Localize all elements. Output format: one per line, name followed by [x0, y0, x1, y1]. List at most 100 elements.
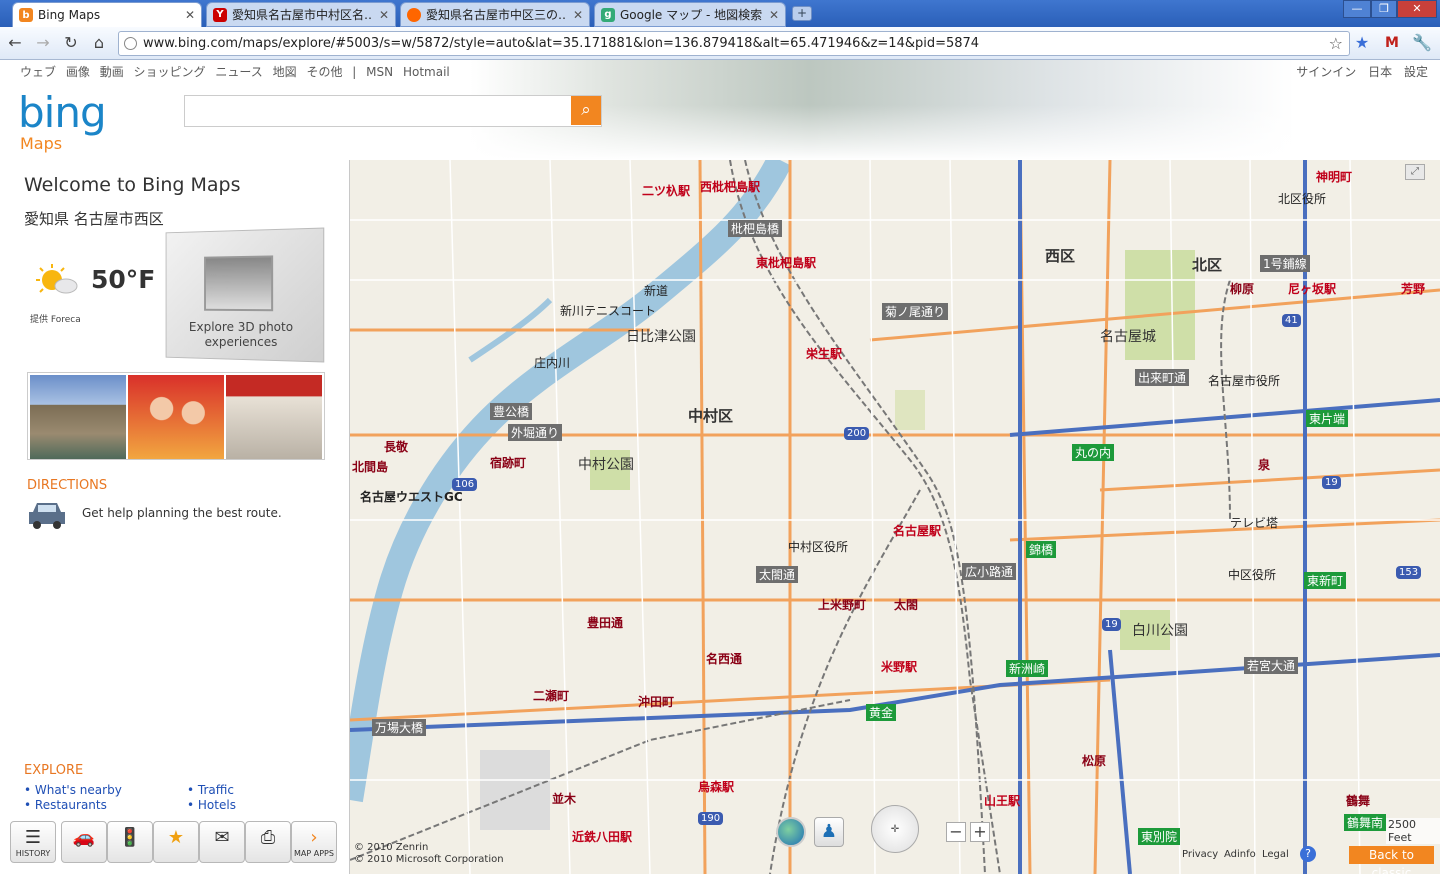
tab-firefox[interactable]: 愛知県名古屋市中区三の… ✕: [400, 2, 590, 27]
temperature: 50°F: [91, 265, 156, 294]
bing-icon: b: [19, 8, 33, 22]
map-label: 豊田通: [587, 616, 624, 630]
close-window-button[interactable]: ✕: [1397, 0, 1437, 18]
link-label[interactable]: Hotels: [198, 798, 236, 812]
photo-building[interactable]: [30, 375, 126, 459]
adinfo-link[interactable]: Adinfo: [1224, 849, 1256, 860]
print-button[interactable]: ⎙: [245, 821, 291, 863]
maps-label[interactable]: Maps: [20, 134, 62, 153]
tab-yahoo[interactable]: Y 愛知県名古屋市中村区名… ✕: [206, 2, 396, 27]
home-icon[interactable]: ⌂: [88, 33, 110, 53]
reload-icon[interactable]: ↻: [60, 33, 82, 53]
envelope-icon: ✉: [214, 827, 230, 848]
map-label: 西枇杷島駅: [700, 180, 761, 194]
directions-button[interactable]: 🚗: [61, 821, 107, 863]
route-shield: 200: [844, 427, 870, 440]
map-canvas[interactable]: 中村区 西区 北区 名古屋駅 栄生駅 東枇杷島駅 西枇杷島駅 二ツ杁駅 米野駅 …: [350, 160, 1440, 874]
back-icon[interactable]: ←: [4, 33, 26, 53]
map-label: 北間島: [352, 460, 389, 474]
link-traffic[interactable]: • Traffic: [187, 783, 234, 797]
map-label: 西区: [1045, 247, 1076, 265]
globe-view-button[interactable]: [776, 817, 806, 847]
tab-bing-maps[interactable]: b Bing Maps ✕: [12, 2, 202, 27]
map-label: 庄内川: [534, 356, 571, 370]
star-icon[interactable]: ★: [1351, 33, 1373, 53]
address-bar[interactable]: www.bing.com/maps/explore/#5003/s=w/5872…: [118, 31, 1350, 56]
nav-videos[interactable]: 動画: [100, 65, 124, 79]
map-apps-button[interactable]: › MAP APPS: [291, 821, 337, 863]
streetside-button[interactable]: ♟: [814, 817, 844, 847]
photo-people[interactable]: [128, 375, 224, 459]
map-label: 東枇杷島駅: [756, 256, 817, 270]
scale-label: 2500 Feet: [1386, 818, 1440, 844]
traffic-button[interactable]: 🚦: [107, 821, 153, 863]
nav-hotmail[interactable]: Hotmail: [403, 65, 450, 79]
bookmark-star-icon[interactable]: ☆: [1329, 32, 1343, 55]
welcome-title: Welcome to Bing Maps: [24, 174, 241, 196]
link-label[interactable]: What's nearby: [35, 783, 122, 797]
map-label: 太閤通: [756, 566, 799, 583]
nav-web[interactable]: ウェブ: [20, 65, 56, 79]
compass-control[interactable]: ✛: [871, 805, 919, 853]
link-hotels[interactable]: • Hotels: [187, 798, 236, 812]
search-button[interactable]: ⌕: [571, 96, 601, 125]
link-label[interactable]: Restaurants: [35, 798, 107, 812]
bing-header: ウェブ 画像 動画 ショッピング ニュース 地図 その他 | MSN Hotma…: [0, 60, 1440, 160]
map-label: 新川テニスコート: [560, 304, 657, 318]
favorites-button[interactable]: ★: [153, 821, 199, 863]
photo-storefront[interactable]: [226, 375, 322, 459]
back-to-classic-button[interactable]: Back to classic: [1349, 846, 1434, 880]
wrench-icon[interactable]: 🔧: [1411, 33, 1433, 53]
search-input[interactable]: [184, 95, 602, 127]
nav-more[interactable]: その他: [306, 65, 342, 79]
forward-icon[interactable]: →: [32, 33, 54, 53]
legal-link[interactable]: Legal: [1262, 849, 1289, 860]
nav-images[interactable]: 画像: [66, 65, 90, 79]
map-label: 中村公園: [578, 457, 634, 473]
map-label: 烏森駅: [698, 780, 735, 794]
map-label: 二ツ杁駅: [642, 184, 691, 198]
sign-in-link[interactable]: サインイン: [1296, 65, 1356, 79]
map-label: 並木: [552, 792, 577, 806]
close-icon[interactable]: ✕: [573, 8, 583, 22]
link-restaurants[interactable]: • Restaurants: [24, 798, 107, 812]
link-label[interactable]: Traffic: [198, 783, 234, 797]
privacy-link[interactable]: Privacy: [1182, 849, 1218, 860]
history-button[interactable]: ☰ HISTORY: [10, 821, 56, 863]
nav-maps[interactable]: 地図: [273, 65, 297, 79]
share-button[interactable]: ✉: [199, 821, 245, 863]
map-label: 近鉄八田駅: [572, 830, 633, 844]
map-label: 名古屋ウエストGC: [360, 490, 463, 504]
zoom-out-button[interactable]: −: [946, 822, 966, 842]
gmail-icon[interactable]: M: [1381, 33, 1403, 53]
directions-text[interactable]: Get help planning the best route.: [82, 506, 282, 520]
map-label: 日比津公園: [626, 329, 696, 345]
close-icon[interactable]: ✕: [185, 8, 195, 22]
maximize-button[interactable]: ❐: [1371, 0, 1397, 18]
tab-google-maps[interactable]: g Google マップ - 地図検索 ✕: [594, 2, 786, 27]
link-whats-nearby[interactable]: • What's nearby: [24, 783, 122, 797]
close-icon[interactable]: ✕: [769, 8, 779, 22]
nav-news[interactable]: ニュース: [215, 65, 262, 79]
car-icon[interactable]: [27, 498, 67, 530]
close-icon[interactable]: ✕: [379, 8, 389, 22]
fullscreen-icon[interactable]: ⤢: [1405, 164, 1425, 180]
map-label: 若宮大通: [1244, 657, 1299, 674]
map-label: 名古屋市役所: [1208, 374, 1281, 388]
nav-shopping[interactable]: ショッピング: [134, 65, 206, 79]
bing-logo[interactable]: bing: [18, 88, 107, 137]
zoom-in-button[interactable]: +: [970, 822, 990, 842]
explore-3d-label[interactable]: Explore 3D photo experiences: [178, 320, 304, 350]
settings-link[interactable]: 設定: [1404, 65, 1428, 79]
map-label: 1号鋪線: [1260, 255, 1310, 272]
yahoo-icon: Y: [213, 7, 227, 22]
route-shield: 190: [698, 812, 724, 825]
help-icon[interactable]: ?: [1300, 846, 1316, 862]
region-link[interactable]: 日本: [1368, 65, 1392, 79]
minimize-button[interactable]: —: [1343, 0, 1371, 18]
new-tab-button[interactable]: +: [792, 6, 812, 21]
top-right-links: サインイン 日本 設定: [1288, 63, 1428, 80]
map-label: 宿跡町: [490, 456, 527, 470]
button-label: HISTORY: [15, 849, 51, 858]
nav-msn[interactable]: MSN: [366, 65, 393, 79]
